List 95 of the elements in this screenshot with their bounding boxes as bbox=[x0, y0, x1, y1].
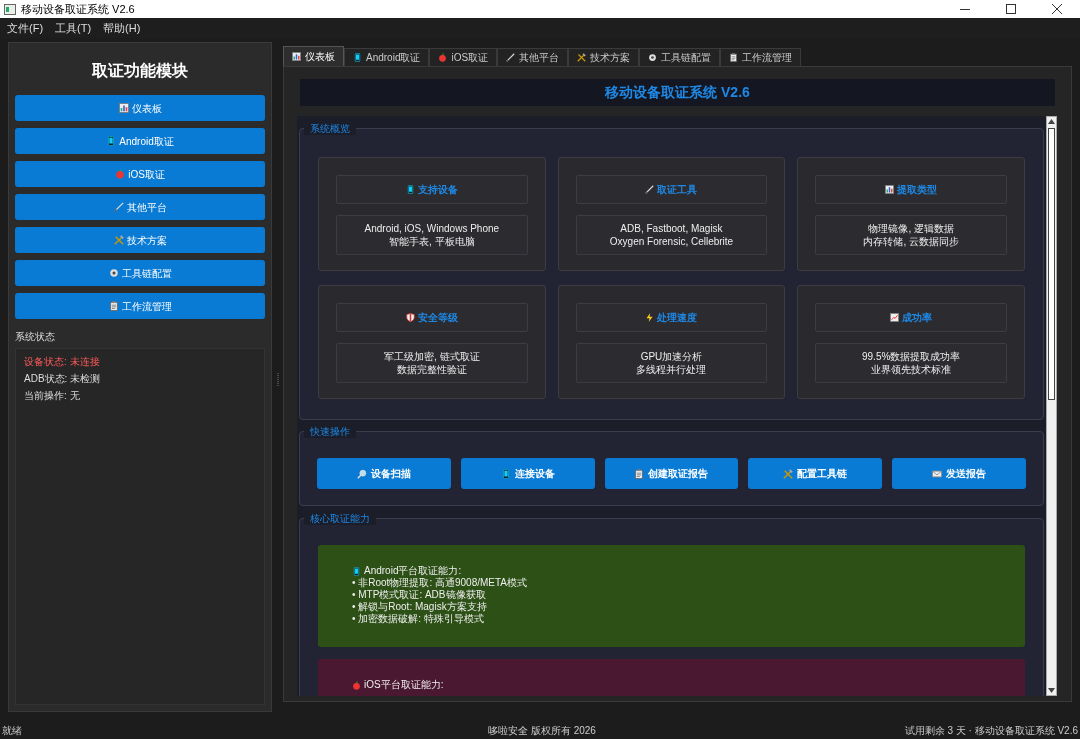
nav-button[interactable]: 工具链配置 bbox=[15, 260, 265, 286]
apple-icon bbox=[438, 53, 448, 62]
gear-icon bbox=[648, 53, 658, 62]
card-text: 物理镜像, 逻辑数据 bbox=[868, 222, 954, 235]
envelope-icon bbox=[932, 468, 943, 479]
menu-item[interactable]: 帮助(H) bbox=[102, 19, 142, 37]
capability-item: • 加密数据破解: 特殊引导模式 bbox=[352, 613, 485, 625]
scroll-up-icon[interactable] bbox=[1048, 119, 1055, 124]
trial-text: 试用剩余 3 天 · 移动设备取证系统 V2.6 bbox=[904, 723, 1078, 738]
tools-icon bbox=[577, 53, 587, 62]
phone-icon bbox=[106, 136, 117, 146]
card-text: 业界领先技术标准 bbox=[871, 363, 952, 376]
card-text: GPU加速分析 bbox=[640, 350, 703, 363]
card-text: 99.5%数据提取成功率 bbox=[862, 350, 961, 363]
phone-icon bbox=[352, 566, 361, 576]
group-title: 核心取证能力 bbox=[304, 512, 376, 525]
tab[interactable]: 其他平台 bbox=[497, 48, 569, 66]
app-icon bbox=[4, 3, 16, 15]
nav-button[interactable]: 技术方案 bbox=[15, 227, 265, 253]
tab[interactable]: Android取证 bbox=[344, 48, 430, 66]
status-text: 就绪 bbox=[2, 723, 23, 738]
card-text: Android, iOS, Windows Phone bbox=[364, 222, 500, 235]
tab[interactable]: 工作流管理 bbox=[720, 48, 802, 66]
scrollbar[interactable] bbox=[1046, 116, 1057, 696]
nav-button[interactable]: 工作流管理 bbox=[15, 293, 265, 319]
card-title: 安全等级 bbox=[417, 311, 458, 325]
status-line: 当前操作: 无 bbox=[24, 389, 81, 403]
menu-item[interactable]: 工具(T) bbox=[54, 19, 93, 37]
card-title: 取证工具 bbox=[657, 183, 698, 197]
card-text: 智能手表, 平板电脑 bbox=[389, 235, 475, 248]
close-icon bbox=[1052, 4, 1062, 14]
tab[interactable]: 工具链配置 bbox=[639, 48, 721, 66]
card-text: Oxygen Forensic, Cellebrite bbox=[609, 235, 734, 248]
tab[interactable]: 仪表板 bbox=[283, 46, 344, 66]
card-text: 军工级加密, 链式取证 bbox=[384, 350, 480, 363]
card-title: 成功率 bbox=[902, 311, 933, 325]
clipboard-icon bbox=[634, 468, 645, 479]
nav-button[interactable]: 其他平台 bbox=[15, 194, 265, 220]
chart-icon bbox=[292, 52, 301, 61]
phone-icon bbox=[353, 53, 362, 62]
sidebar-title: 取证功能模块 bbox=[91, 61, 189, 81]
tab[interactable]: iOS取证 bbox=[429, 48, 498, 66]
window-title: 移动设备取证系统 V2.6 bbox=[21, 1, 135, 17]
card-text: 多线程并行处理 bbox=[636, 363, 707, 376]
card-text: 内存转储, 云数据同步 bbox=[863, 235, 959, 248]
copyright-text: 哆啦安全 版权所有 2026 bbox=[487, 723, 597, 738]
status-section-title: 系统状态 bbox=[15, 330, 56, 344]
clipboard-icon bbox=[108, 301, 119, 311]
capability-item: • MTP模式取证: ADB镜像获取 bbox=[352, 589, 487, 601]
panel-heading: iOS平台取证能力: bbox=[364, 679, 444, 691]
nav-button[interactable]: iOS取证 bbox=[15, 161, 265, 187]
wand-icon bbox=[113, 202, 124, 212]
group-title: 快速操作 bbox=[304, 425, 356, 438]
trend-chart-icon bbox=[890, 313, 900, 322]
lightning-icon bbox=[645, 313, 655, 322]
card-text: 数据完整性验证 bbox=[396, 363, 467, 376]
tab[interactable]: 技术方案 bbox=[568, 48, 640, 66]
action-button[interactable]: 发送报告 bbox=[892, 458, 1026, 489]
shield-icon bbox=[405, 313, 415, 322]
nav-button[interactable]: Android取证 bbox=[15, 128, 265, 154]
chart-icon bbox=[118, 103, 129, 113]
wand-icon bbox=[506, 53, 516, 62]
card-title: 提取类型 bbox=[897, 183, 938, 197]
maximize-icon bbox=[1006, 4, 1016, 14]
action-button[interactable]: 创建取证报告 bbox=[604, 458, 739, 489]
action-button[interactable]: 设备扫描 bbox=[317, 458, 451, 489]
card-title: 支持设备 bbox=[417, 183, 458, 197]
action-button[interactable]: 配置工具链 bbox=[748, 458, 883, 489]
phone-icon bbox=[500, 468, 511, 479]
dashboard-header: 移动设备取证系统 V2.6 bbox=[300, 79, 1055, 106]
minimize-icon bbox=[960, 8, 970, 10]
capability-item: • 非Root物理提取: 高通9008/META模式 bbox=[352, 577, 529, 589]
nav-button[interactable]: 仪表板 bbox=[15, 95, 265, 121]
status-line: 设备状态: 未连接 bbox=[24, 355, 101, 369]
apple-icon bbox=[115, 169, 126, 179]
status-line: ADB状态: 未检测 bbox=[24, 372, 102, 386]
menu-item[interactable]: 文件(F) bbox=[6, 19, 45, 37]
wand-icon bbox=[645, 185, 655, 194]
panel-heading: Android平台取证能力: bbox=[364, 565, 462, 577]
chart-icon bbox=[885, 185, 895, 194]
apple-icon bbox=[352, 680, 361, 690]
tools-icon bbox=[113, 235, 124, 245]
phone-icon bbox=[405, 185, 415, 194]
capability-item: • 解锁与Root: Magisk方案支持 bbox=[352, 601, 488, 613]
scroll-down-icon[interactable] bbox=[1048, 688, 1055, 693]
tools-icon bbox=[783, 468, 794, 479]
clipboard-icon bbox=[729, 53, 739, 62]
scroll-thumb[interactable] bbox=[1048, 128, 1055, 400]
splitter-handle[interactable] bbox=[276, 372, 279, 387]
card-text: ADB, Fastboot, Magisk bbox=[620, 222, 723, 235]
search-icon bbox=[356, 468, 367, 479]
action-button[interactable]: 连接设备 bbox=[460, 458, 595, 489]
card-title: 处理速度 bbox=[657, 311, 698, 325]
group-title: 系统概览 bbox=[304, 122, 356, 135]
gear-icon bbox=[108, 268, 119, 278]
